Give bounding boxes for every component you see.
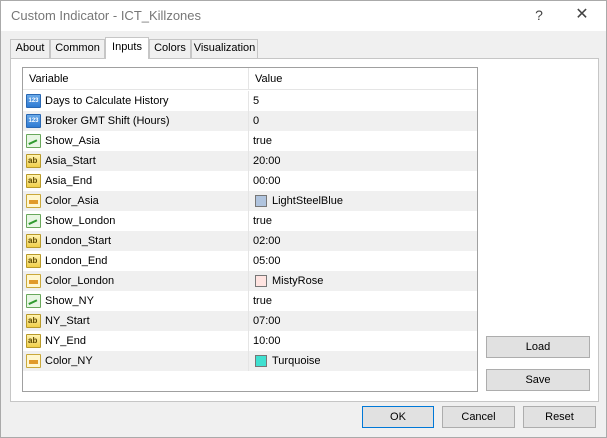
variable-value[interactable]: 20:00 bbox=[253, 151, 281, 171]
string-type-icon bbox=[26, 154, 41, 168]
number-type-icon bbox=[26, 114, 41, 128]
input-row[interactable]: Show_London true bbox=[23, 211, 477, 231]
variable-value[interactable]: true bbox=[253, 291, 272, 311]
inputs-panel: Variable Value Days to Calculate History… bbox=[10, 58, 599, 402]
ok-button[interactable]: OK bbox=[362, 406, 434, 428]
variable-column-header[interactable]: Variable bbox=[23, 68, 69, 90]
input-row[interactable]: London_Start 02:00 bbox=[23, 231, 477, 251]
number-type-icon bbox=[26, 94, 41, 108]
input-row[interactable]: NY_Start 07:00 bbox=[23, 311, 477, 331]
close-button[interactable]: ✕ bbox=[568, 5, 596, 25]
variable-name: London_End bbox=[45, 255, 108, 267]
cell-divider bbox=[248, 291, 249, 311]
input-row[interactable]: Broker GMT Shift (Hours) 0 bbox=[23, 111, 477, 131]
variable-value[interactable]: Turquoise bbox=[272, 351, 321, 371]
tab-inputs[interactable]: Inputs bbox=[105, 37, 149, 59]
string-type-icon bbox=[26, 314, 41, 328]
cell-divider bbox=[248, 351, 249, 371]
input-row[interactable]: Show_NY true bbox=[23, 291, 477, 311]
variable-value[interactable]: MistyRose bbox=[272, 271, 323, 291]
input-row[interactable]: Color_Asia LightSteelBlue bbox=[23, 191, 477, 211]
input-row[interactable]: NY_End 10:00 bbox=[23, 331, 477, 351]
color-type-icon bbox=[26, 354, 41, 368]
cell-divider bbox=[248, 171, 249, 191]
grid-header: Variable Value bbox=[23, 68, 477, 90]
variable-name: Asia_Start bbox=[45, 155, 96, 167]
variable-name: Days to Calculate History bbox=[45, 95, 169, 107]
color-type-icon bbox=[26, 194, 41, 208]
variable-name: Show_London bbox=[45, 215, 116, 227]
variable-value[interactable]: 10:00 bbox=[253, 331, 281, 351]
save-button[interactable]: Save bbox=[486, 369, 590, 391]
cell-divider bbox=[248, 131, 249, 151]
input-row[interactable]: Days to Calculate History 5 bbox=[23, 91, 477, 111]
variable-value[interactable]: 00:00 bbox=[253, 171, 281, 191]
cell-divider bbox=[248, 251, 249, 271]
variable-value[interactable]: 02:00 bbox=[253, 231, 281, 251]
string-type-icon bbox=[26, 234, 41, 248]
variable-value[interactable]: LightSteelBlue bbox=[272, 191, 343, 211]
color-type-icon bbox=[26, 274, 41, 288]
variable-name: Color_London bbox=[45, 275, 115, 287]
tab-colors[interactable]: Colors bbox=[149, 39, 191, 58]
window-title: Custom Indicator - ICT_Killzones bbox=[11, 8, 202, 23]
variable-name: NY_End bbox=[45, 335, 86, 347]
tab-common[interactable]: Common bbox=[50, 39, 105, 58]
input-row[interactable]: London_End 05:00 bbox=[23, 251, 477, 271]
input-row[interactable]: Asia_End 00:00 bbox=[23, 171, 477, 191]
cell-divider bbox=[248, 111, 249, 131]
cell-divider bbox=[248, 311, 249, 331]
variable-name: Color_NY bbox=[45, 355, 93, 367]
color-swatch[interactable] bbox=[255, 195, 267, 207]
input-row[interactable]: Color_London MistyRose bbox=[23, 271, 477, 291]
variable-name: London_Start bbox=[45, 235, 112, 247]
cancel-button[interactable]: Cancel bbox=[442, 406, 515, 428]
input-row[interactable]: Asia_Start 20:00 bbox=[23, 151, 477, 171]
cell-divider bbox=[248, 231, 249, 251]
variable-value[interactable]: 07:00 bbox=[253, 311, 281, 331]
variable-value[interactable]: 05:00 bbox=[253, 251, 281, 271]
color-swatch[interactable] bbox=[255, 275, 267, 287]
inputs-grid: Variable Value Days to Calculate History… bbox=[22, 67, 478, 392]
variable-name: Show_Asia bbox=[45, 135, 101, 147]
boolean-type-icon bbox=[26, 294, 41, 308]
cell-divider bbox=[248, 211, 249, 231]
variable-value[interactable]: true bbox=[253, 211, 272, 231]
variable-name: Broker GMT Shift (Hours) bbox=[45, 115, 170, 127]
string-type-icon bbox=[26, 334, 41, 348]
string-type-icon bbox=[26, 174, 41, 188]
variable-name: NY_Start bbox=[45, 315, 90, 327]
cell-divider bbox=[248, 151, 249, 171]
variable-value[interactable]: 0 bbox=[253, 111, 259, 131]
tab-about[interactable]: About bbox=[10, 39, 50, 58]
cell-divider bbox=[248, 271, 249, 291]
boolean-type-icon bbox=[26, 214, 41, 228]
cell-divider bbox=[248, 191, 249, 211]
color-swatch[interactable] bbox=[255, 355, 267, 367]
variable-value[interactable]: 5 bbox=[253, 91, 259, 111]
reset-button[interactable]: Reset bbox=[523, 406, 596, 428]
dialog-window: Custom Indicator - ICT_Killzones ? ✕ Abo… bbox=[0, 0, 607, 438]
variable-value[interactable]: true bbox=[253, 131, 272, 151]
load-button[interactable]: Load bbox=[486, 336, 590, 358]
value-column-header[interactable]: Value bbox=[249, 68, 282, 90]
input-row[interactable]: Color_NY Turquoise bbox=[23, 351, 477, 371]
boolean-type-icon bbox=[26, 134, 41, 148]
cell-divider bbox=[248, 91, 249, 111]
variable-name: Show_NY bbox=[45, 295, 94, 307]
variable-name: Color_Asia bbox=[45, 195, 99, 207]
variable-name: Asia_End bbox=[45, 175, 93, 187]
string-type-icon bbox=[26, 254, 41, 268]
tab-visualization[interactable]: Visualization bbox=[191, 39, 258, 58]
help-button[interactable]: ? bbox=[525, 5, 553, 25]
cell-divider bbox=[248, 331, 249, 351]
input-row[interactable]: Show_Asia true bbox=[23, 131, 477, 151]
title-bar: Custom Indicator - ICT_Killzones ? ✕ bbox=[1, 1, 606, 31]
